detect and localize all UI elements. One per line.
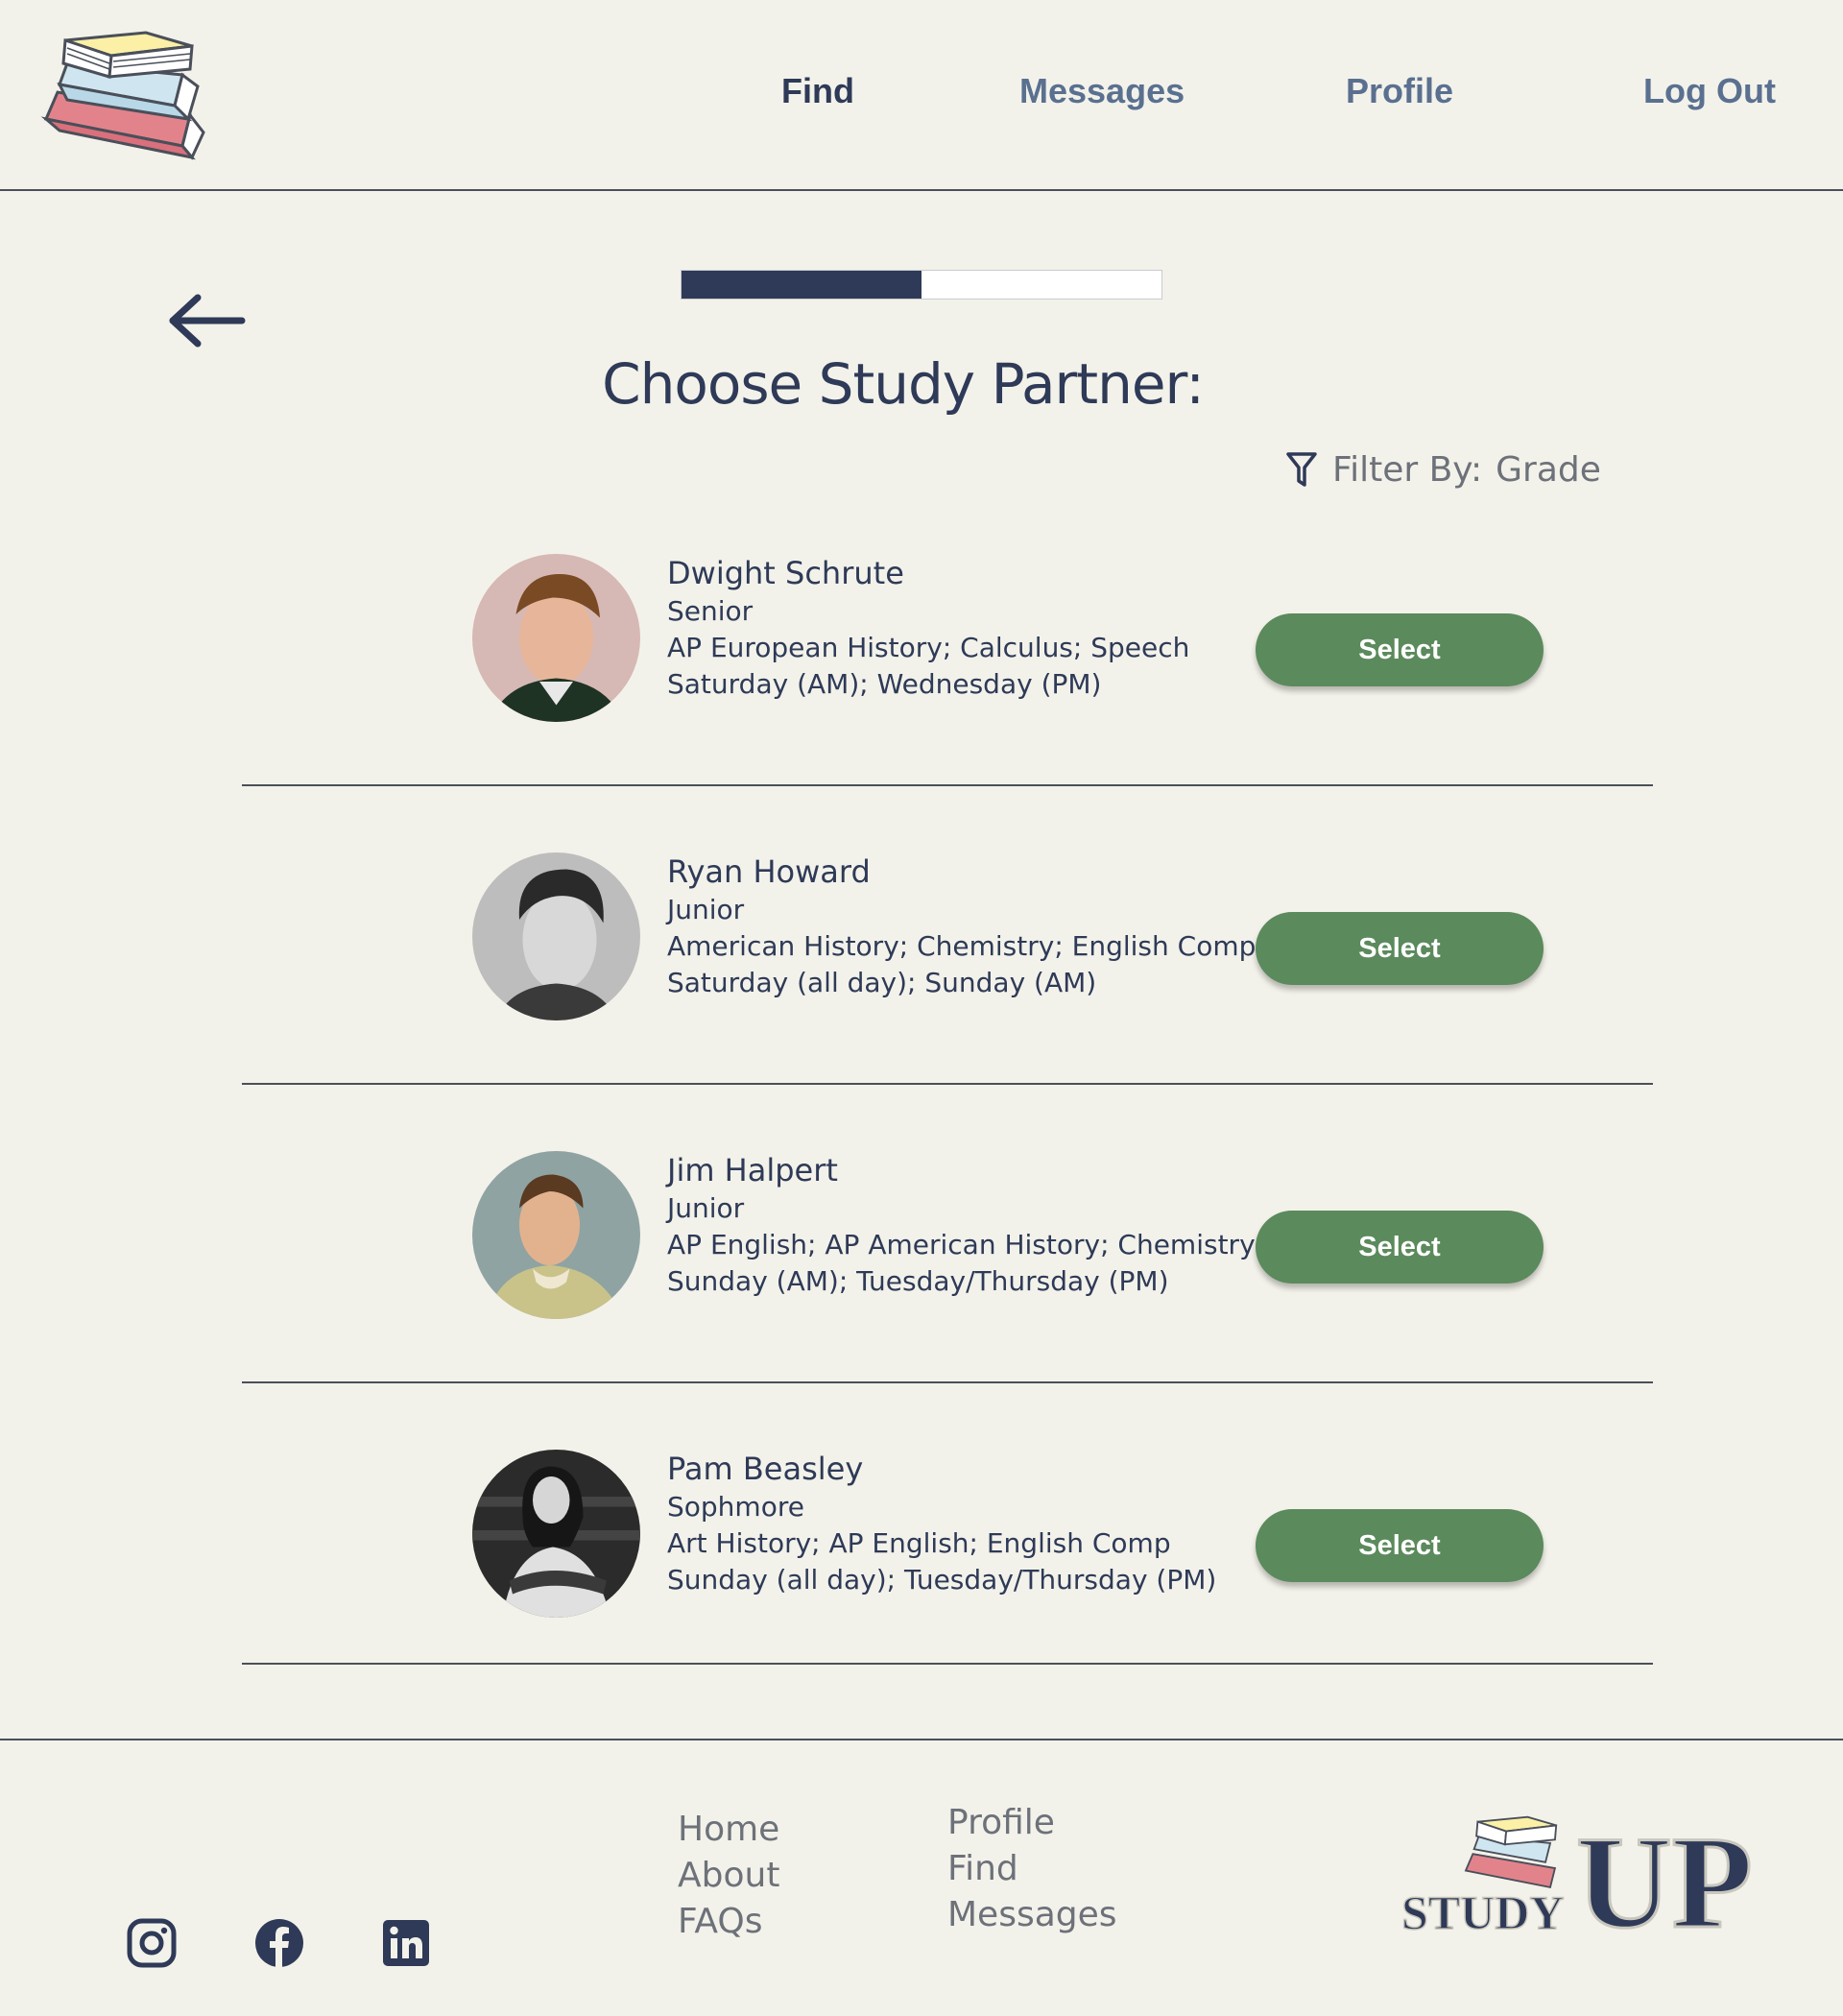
- partner-name: Pam Beasley: [667, 1451, 864, 1487]
- footer-link-home[interactable]: Home: [678, 1807, 779, 1853]
- partner-grade: Sophmore: [667, 1491, 804, 1523]
- partner-availability: Saturday (AM); Wednesday (PM): [667, 668, 1102, 700]
- partner-availability: Sunday (AM); Tuesday/Thursday (PM): [667, 1265, 1169, 1297]
- progress-fill: [682, 271, 922, 299]
- avatar-image: [472, 852, 640, 1020]
- instagram-icon[interactable]: [126, 1917, 178, 1969]
- linkedin-icon[interactable]: [380, 1917, 432, 1969]
- back-arrow-icon[interactable]: [165, 292, 246, 349]
- partner-grade: Junior: [667, 1192, 745, 1224]
- partner-info: Pam Beasley Sophmore Art History; AP Eng…: [667, 1449, 1216, 1598]
- partner-grade: Junior: [667, 894, 745, 925]
- filter-icon: [1286, 452, 1317, 487]
- filter-label: Filter By:: [1332, 449, 1483, 490]
- header: Find Messages Profile Log Out: [0, 0, 1843, 191]
- partner-subjects: AP European History; Calculus; Speech: [667, 632, 1190, 663]
- footer-link-profile[interactable]: Profile: [947, 1800, 1117, 1846]
- partner-name: Jim Halpert: [667, 1152, 838, 1188]
- avatar-image: [472, 1450, 640, 1618]
- partner-name: Dwight Schrute: [667, 555, 904, 591]
- partner-availability: Saturday (all day); Sunday (AM): [667, 967, 1097, 998]
- footer-link-about[interactable]: About: [678, 1853, 779, 1899]
- filter-value: Grade: [1496, 449, 1601, 490]
- partner-subjects: American History; Chemistry; English Com…: [667, 930, 1257, 962]
- nav-find[interactable]: Find: [781, 71, 854, 111]
- select-button[interactable]: Select: [1256, 1211, 1544, 1284]
- brand-big-text: UP: [1576, 1809, 1753, 1952]
- avatar-photo: [472, 1450, 640, 1618]
- partner-availability: Sunday (all day); Tuesday/Thursday (PM): [667, 1564, 1217, 1596]
- partner-row: Dwight Schrute Senior AP European Histor…: [242, 488, 1653, 786]
- nav-logout[interactable]: Log Out: [1643, 71, 1776, 111]
- partner-subjects: AP English; AP American History; Chemist…: [667, 1229, 1256, 1260]
- avatar-photo: [472, 554, 640, 722]
- avatar-photo: [472, 852, 640, 1020]
- page-title-text: Choose Study Partner:: [602, 351, 1205, 417]
- nav-messages[interactable]: Messages: [1019, 71, 1185, 111]
- select-button[interactable]: Select: [1256, 1509, 1544, 1582]
- page-title: Choose Study Partner:: [0, 351, 1843, 417]
- avatar-photo: [472, 1151, 640, 1319]
- footer: Home About FAQs Profile Find Messages ST…: [0, 1739, 1843, 2016]
- partner-row: Jim Halpert Junior AP English; AP Americ…: [242, 1085, 1653, 1383]
- partner-info: Jim Halpert Junior AP English; AP Americ…: [667, 1150, 1256, 1300]
- partner-name: Ryan Howard: [667, 853, 871, 890]
- footer-links-right: Profile Find Messages: [947, 1800, 1117, 1938]
- select-button[interactable]: Select: [1256, 912, 1544, 985]
- footer-link-messages[interactable]: Messages: [947, 1892, 1117, 1938]
- partner-row: Ryan Howard Junior American History; Che…: [242, 786, 1653, 1085]
- brand-small-text: STUDY: [1401, 1885, 1564, 1939]
- partner-subjects: Art History; AP English; English Comp: [667, 1527, 1171, 1559]
- nav-profile[interactable]: Profile: [1346, 71, 1453, 111]
- footer-link-faqs[interactable]: FAQs: [678, 1899, 779, 1945]
- partner-info: Ryan Howard Junior American History; Che…: [667, 852, 1256, 1001]
- progress-bar: [681, 270, 1162, 300]
- select-button[interactable]: Select: [1256, 613, 1544, 686]
- footer-link-find[interactable]: Find: [947, 1846, 1117, 1892]
- avatar-image: [472, 554, 640, 722]
- partner-info: Dwight Schrute Senior AP European Histor…: [667, 553, 1189, 703]
- filter-control[interactable]: Filter By: Grade: [1284, 445, 1601, 493]
- facebook-icon[interactable]: [253, 1917, 305, 1969]
- books-logo-icon[interactable]: [38, 27, 211, 161]
- partner-row: Pam Beasley Sophmore Art History; AP Eng…: [242, 1383, 1653, 1665]
- study-up-logo[interactable]: STUDY UP: [1398, 1808, 1762, 1952]
- footer-links-left: Home About FAQs: [678, 1807, 779, 1945]
- avatar-image: [472, 1151, 640, 1319]
- partner-grade: Senior: [667, 595, 754, 627]
